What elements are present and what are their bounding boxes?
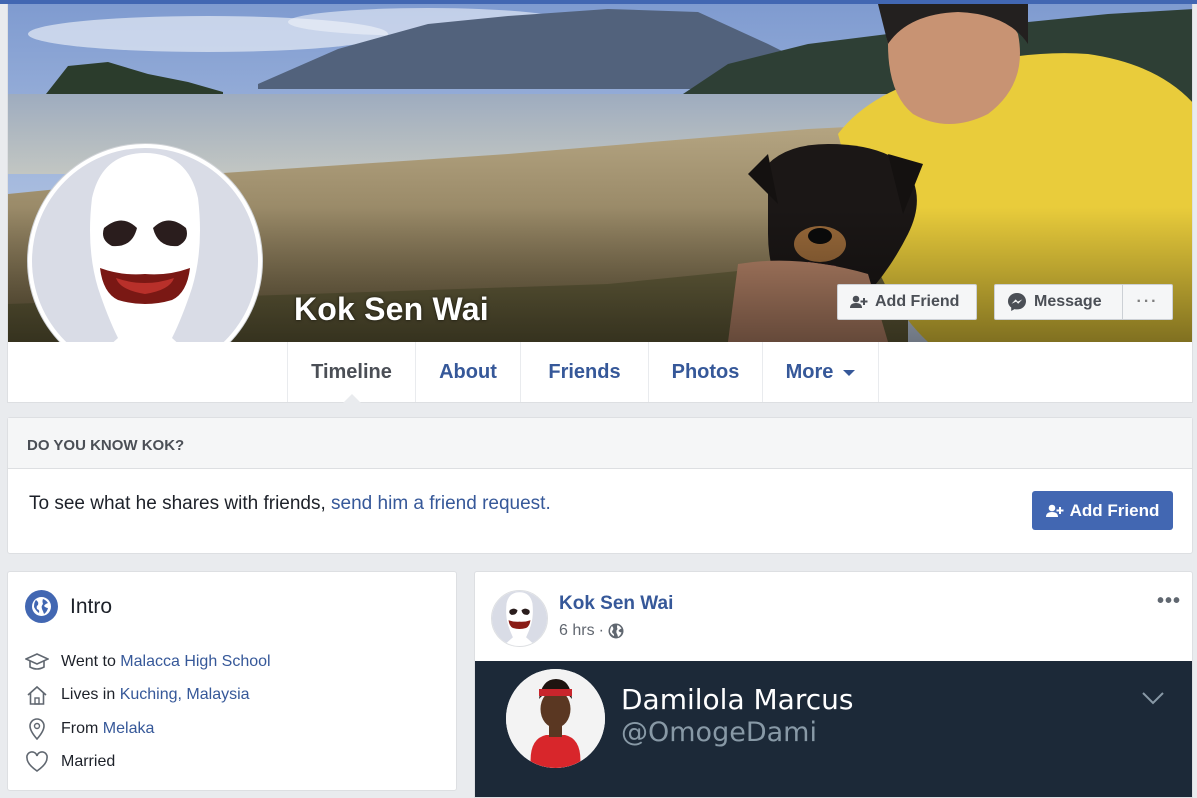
- post-options-button[interactable]: •••: [1157, 590, 1181, 613]
- profile-name[interactable]: Kok Sen Wai: [294, 291, 489, 328]
- heart-icon: [25, 750, 49, 774]
- tab-more[interactable]: More: [763, 342, 879, 402]
- profile-picture-image: [32, 148, 258, 374]
- add-friend-button-primary[interactable]: Add Friend: [1032, 491, 1173, 530]
- intro-item-education-prefix: Went to: [61, 653, 121, 670]
- post-meta: 6 hrs ·: [559, 622, 624, 640]
- more-options-button[interactable]: ···: [1122, 284, 1173, 320]
- location-pin-icon: [25, 717, 49, 741]
- globe-icon: [25, 590, 58, 623]
- tab-timeline-label: Timeline: [311, 360, 392, 383]
- message-button[interactable]: Message: [994, 284, 1123, 320]
- intro-item-residence-text: Lives in Kuching, Malaysia: [61, 686, 250, 704]
- add-friend-icon: [850, 295, 868, 308]
- tab-photos-label: Photos: [671, 360, 740, 383]
- intro-item-education: Went to Malacca High School: [25, 650, 271, 674]
- tab-photos[interactable]: Photos: [649, 342, 763, 402]
- intro-item-hometown-prefix: From: [61, 720, 103, 737]
- send-friend-request-link[interactable]: send him a friend request.: [331, 493, 551, 514]
- tab-about-label: About: [439, 360, 497, 383]
- messenger-icon: [1008, 293, 1026, 311]
- city-link[interactable]: Kuching, Malaysia: [120, 686, 250, 703]
- relationship-status: Married: [61, 753, 116, 770]
- do-you-know-text: To see what he shares with friends, send…: [29, 493, 551, 515]
- do-you-know-heading: DO YOU KNOW KOK?: [8, 418, 1192, 469]
- chevron-down-icon: [1142, 692, 1164, 705]
- public-globe-icon[interactable]: [608, 623, 624, 639]
- intro-title-label: Intro: [70, 594, 113, 618]
- do-you-know-prefix: To see what he shares with friends,: [29, 493, 332, 514]
- intro-item-education-text: Went to Malacca High School: [61, 653, 271, 671]
- tab-friends[interactable]: Friends: [521, 342, 649, 402]
- tweet-author-avatar: [506, 669, 605, 768]
- timeline-post: Kok Sen Wai 6 hrs · ••• Damilola Marcus …: [474, 571, 1193, 798]
- school-link[interactable]: Malacca High School: [120, 653, 270, 670]
- message-label: Message: [1034, 293, 1102, 310]
- profile-tabs: Timeline About Friends Photos More: [287, 342, 879, 403]
- add-friend-primary-label: Add Friend: [1069, 500, 1160, 520]
- more-options-label: ···: [1136, 293, 1159, 310]
- tab-friends-label: Friends: [548, 360, 621, 383]
- post-author-avatar[interactable]: [491, 590, 548, 647]
- profile-nav-bar: Timeline About Friends Photos More: [7, 342, 1193, 403]
- tab-about[interactable]: About: [416, 342, 521, 402]
- intro-item-hometown: From Melaka: [25, 717, 154, 741]
- hometown-link[interactable]: Melaka: [103, 720, 155, 737]
- add-friend-icon: [1045, 504, 1064, 517]
- tweet-author-name: Damilola Marcus: [621, 683, 854, 716]
- caret-down-icon: [843, 370, 856, 376]
- intro-card: Intro Went to Malacca High School Lives …: [7, 571, 457, 791]
- add-friend-button[interactable]: Add Friend: [837, 284, 977, 320]
- post-meta-separator: ·: [598, 622, 604, 639]
- tweet-author-handle: @OmogeDami: [621, 717, 817, 748]
- add-friend-label: Add Friend: [875, 293, 960, 310]
- intro-item-residence: Lives in Kuching, Malaysia: [25, 683, 250, 707]
- intro-item-relationship: Married: [25, 750, 115, 774]
- tab-timeline[interactable]: Timeline: [288, 342, 416, 403]
- do-you-know-panel: DO YOU KNOW KOK? To see what he shares w…: [7, 417, 1193, 554]
- post-author-name[interactable]: Kok Sen Wai: [559, 593, 673, 615]
- intro-item-residence-prefix: Lives in: [61, 686, 120, 703]
- embedded-tweet-image[interactable]: Damilola Marcus @OmogeDami: [475, 661, 1192, 797]
- graduation-cap-icon: [25, 650, 49, 674]
- post-timestamp[interactable]: 6 hrs: [559, 622, 595, 640]
- post-author-avatar-image: [492, 591, 547, 646]
- intro-item-hometown-text: From Melaka: [61, 720, 154, 738]
- intro-title: Intro: [25, 590, 112, 623]
- home-icon: [25, 683, 49, 707]
- tab-more-label: More: [785, 360, 834, 383]
